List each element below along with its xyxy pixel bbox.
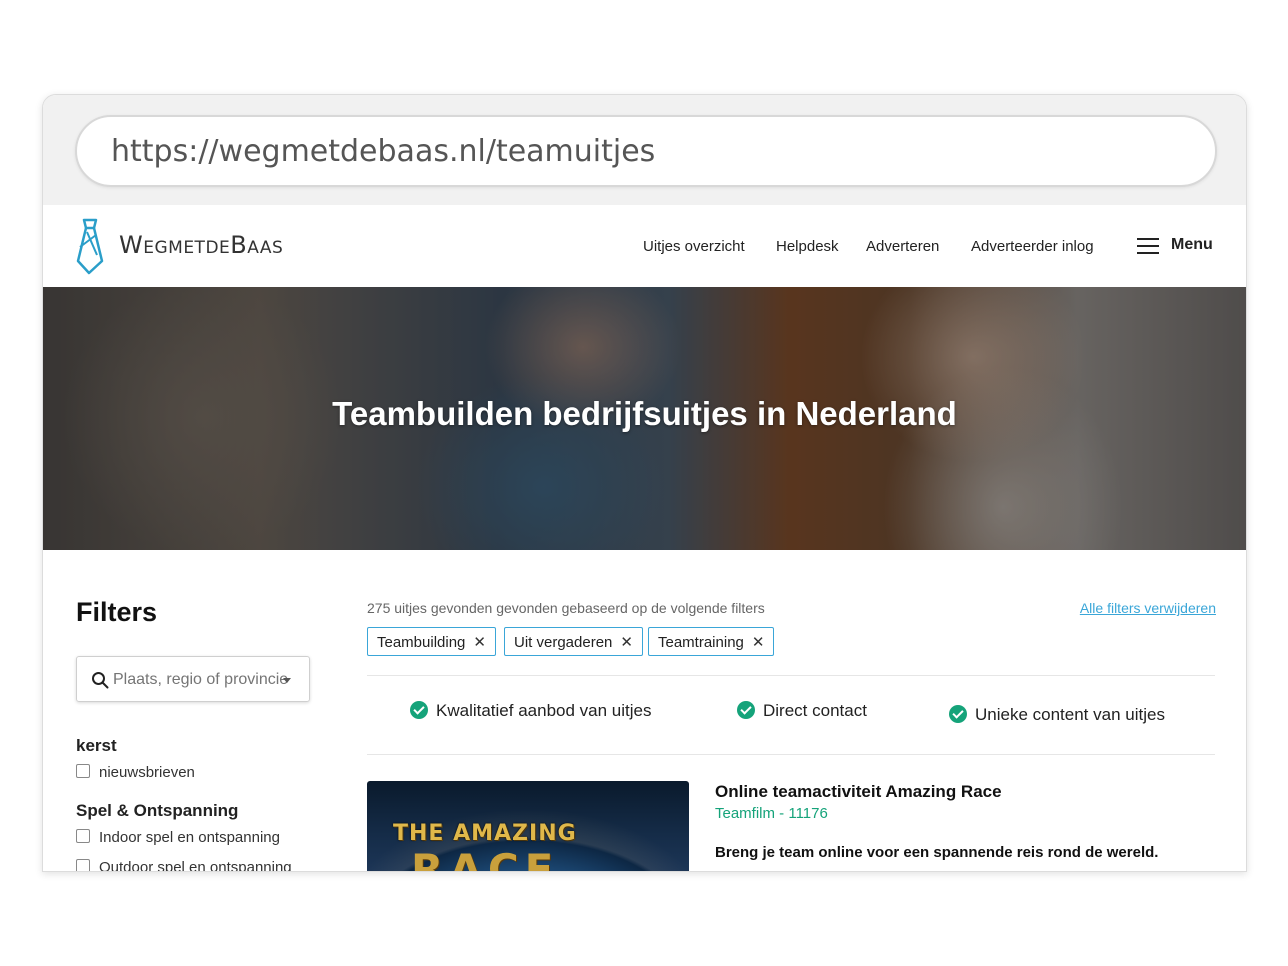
filter-chip-teambuilding[interactable]: Teambuilding ✕ (367, 627, 496, 656)
hamburger-menu-icon[interactable] (1137, 238, 1159, 254)
address-bar-url[interactable]: https://wegmetdebaas.nl/teamuitjes (111, 134, 655, 169)
browser-window: https://wegmetdebaas.nl/teamuitjes Wegme… (42, 94, 1247, 872)
activity-card-image[interactable]: THE AMAZING RACE (367, 781, 689, 871)
usp-label: Kwalitatief aanbod van uitjes (436, 701, 652, 720)
usp-label: Direct contact (763, 701, 867, 720)
check-circle-icon (410, 701, 428, 719)
usp-label: Unieke content van uitjes (975, 705, 1165, 724)
address-bar[interactable]: https://wegmetdebaas.nl/teamuitjes (75, 115, 1217, 187)
search-icon (92, 672, 109, 689)
filter-option-indoor[interactable]: Indoor spel en ontspanning (76, 829, 280, 846)
filter-chip-teamtraining[interactable]: Teamtraining ✕ (648, 627, 775, 656)
menu-button[interactable]: Menu (1171, 236, 1213, 254)
hero-title: Teambuilden bedrijfsuitjes in Nederland (332, 395, 957, 432)
browser-toolbar: https://wegmetdebaas.nl/teamuitjes (43, 95, 1246, 205)
nav-uitjes-overzicht[interactable]: Uitjes overzicht (643, 238, 745, 255)
location-search-box[interactable] (76, 656, 310, 702)
filter-chip-label: Uit vergaderen (514, 634, 613, 651)
divider (367, 754, 1215, 755)
filters-title: Filters (76, 597, 158, 627)
chevron-down-icon[interactable] (283, 678, 291, 683)
filter-chip-label: Teambuilding (377, 634, 466, 651)
site-header: WegmetdeBaas Uitjes overzicht Helpdesk A… (43, 205, 1246, 287)
activity-card-subtitle: Teamfilm - 11176 (715, 805, 828, 822)
filter-option-nieuwsbrieven[interactable]: nieuwsbrieven (76, 764, 195, 781)
site-logo-text[interactable]: WegmetdeBaas (119, 231, 283, 259)
check-circle-icon (737, 701, 755, 719)
results-summary: 275 uitjes gevonden gevonden gebaseerd o… (367, 600, 765, 616)
divider (367, 675, 1215, 676)
hero-banner: Teambuilden bedrijfsuitjes in Nederland (43, 287, 1246, 550)
tie-logo-icon[interactable] (75, 217, 105, 275)
usp-item: Direct contact (737, 701, 867, 721)
checkbox[interactable] (76, 859, 90, 871)
close-icon[interactable]: ✕ (473, 634, 486, 651)
close-icon[interactable]: ✕ (620, 634, 633, 651)
nav-helpdesk[interactable]: Helpdesk (776, 238, 839, 255)
clear-all-filters-link[interactable]: Alle filters verwijderen (1080, 600, 1216, 616)
filter-chip-uit-vergaderen[interactable]: Uit vergaderen ✕ (504, 627, 643, 656)
image-caption: THE AMAZING (393, 821, 577, 846)
usp-item: Kwalitatief aanbod van uitjes (410, 701, 651, 721)
filter-option-label: Outdoor spel en ontspanning (99, 859, 292, 872)
activity-card-description: Breng je team online voor een spannende … (715, 844, 1159, 861)
activity-card-title[interactable]: Online teamactiviteit Amazing Race (715, 782, 1002, 802)
filter-option-outdoor[interactable]: Outdoor spel en ontspanning (76, 859, 292, 872)
filter-chip-label: Teamtraining (658, 634, 744, 651)
checkbox[interactable] (76, 764, 90, 778)
location-search-input[interactable] (111, 657, 305, 701)
check-circle-icon (949, 705, 967, 723)
nav-adverteren[interactable]: Adverteren (866, 238, 939, 255)
filter-option-label: nieuwsbrieven (99, 764, 195, 781)
filter-option-label: Indoor spel en ontspanning (99, 829, 280, 846)
usp-item: Unieke content van uitjes (949, 705, 1165, 725)
checkbox[interactable] (76, 829, 90, 843)
category-title-spel-ontspanning: Spel & Ontspanning (76, 801, 239, 820)
category-title-kerst: kerst (76, 736, 117, 755)
close-icon[interactable]: ✕ (752, 634, 765, 651)
nav-adverteerder-inlog[interactable]: Adverteerder inlog (971, 238, 1094, 255)
image-caption: RACE (411, 845, 560, 871)
